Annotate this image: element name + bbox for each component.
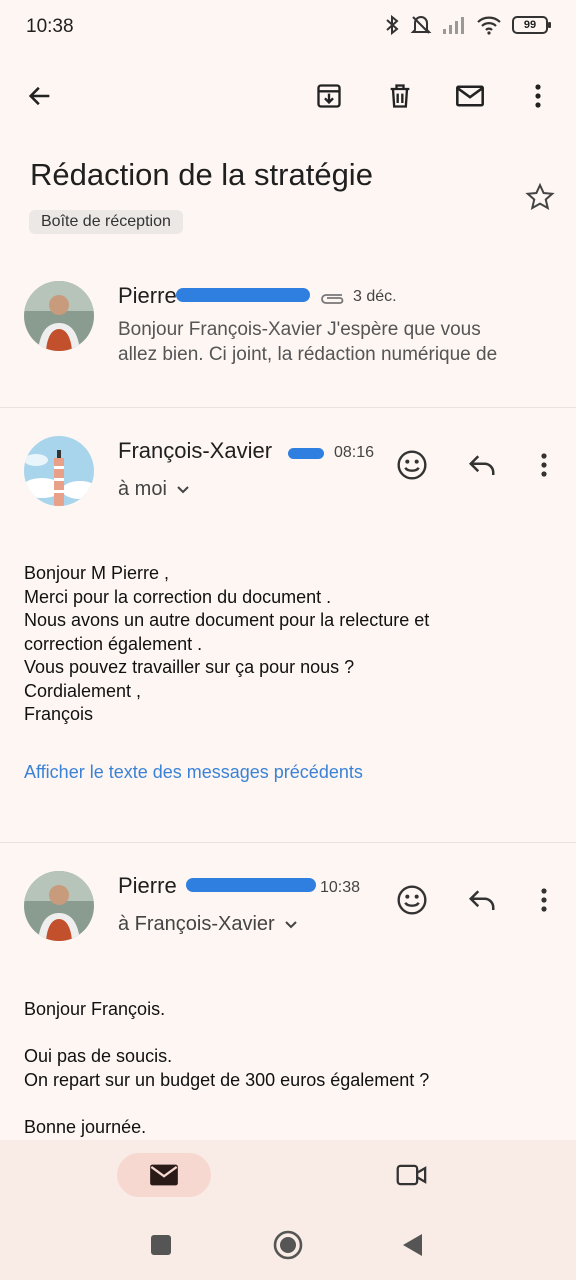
avatar[interactable] [24, 436, 94, 506]
body-line: Bonjour François. [24, 999, 166, 1019]
bluetooth-icon [386, 14, 399, 36]
bottom-navigation [0, 1140, 576, 1210]
recipient-details-toggle[interactable]: à François-Xavier [118, 913, 299, 936]
more-vert-icon [541, 888, 547, 912]
recipient-label: à François-Xavier [118, 913, 275, 935]
body-line [24, 1092, 429, 1116]
redaction-mark [176, 288, 310, 302]
nav-meet-tab[interactable] [388, 1151, 436, 1199]
circle-icon [273, 1230, 303, 1260]
reply-icon [468, 455, 495, 475]
inbox-label-chip[interactable]: Boîte de réception [29, 210, 183, 234]
body-line: François [24, 704, 94, 724]
divider [0, 407, 576, 408]
message-body: Bonjour M Pierre , Merci pour la correct… [24, 562, 429, 727]
chevron-down-icon [285, 920, 297, 928]
body-line: Vous pouvez travailler sur ça pour nous … [24, 657, 355, 677]
reply-button[interactable] [458, 441, 506, 489]
sender-name: Pierre [118, 283, 177, 308]
message-body: Bonjour François. Oui pas de soucis. On … [24, 998, 429, 1139]
message-more-button[interactable] [520, 441, 568, 489]
sender-name: Pierre [118, 873, 177, 898]
body-line: correction également . [24, 633, 203, 654]
add-reaction-button[interactable] [388, 441, 436, 489]
mute-icon [410, 16, 432, 34]
square-icon [151, 1235, 171, 1255]
delete-icon [390, 84, 410, 108]
body-line: Oui pas de soucis. [24, 1046, 173, 1066]
body-line: On repart sur un budget de 300 euros éga… [24, 1069, 430, 1090]
sender-name: François-Xavier [118, 438, 273, 463]
recents-button[interactable] [137, 1221, 185, 1269]
more-options-button[interactable] [514, 72, 562, 120]
delete-button[interactable] [376, 72, 424, 120]
battery-indicator: 99 [512, 16, 551, 34]
body-line: Bonjour M Pierre , [24, 563, 170, 583]
nav-mail-tab[interactable] [117, 1153, 211, 1197]
message-snippet-line: allez bien. Ci joint, la rédaction numér… [118, 344, 498, 365]
redaction-mark [186, 878, 316, 892]
message-time: 10:38 [320, 879, 361, 896]
body-line: Cordialement , [24, 680, 142, 701]
redaction-mark [288, 448, 324, 459]
recipient-details-toggle[interactable]: à moi [118, 478, 191, 501]
mail-icon [456, 85, 484, 107]
status-time: 10:38 [26, 16, 74, 37]
reply-button[interactable] [458, 876, 506, 924]
more-vert-icon [541, 453, 547, 477]
signal-icon [443, 17, 464, 34]
message-time: 08:16 [334, 444, 375, 461]
show-quoted-text-link[interactable]: Afficher le texte des messages précédent… [24, 762, 363, 783]
divider [0, 842, 576, 843]
archive-icon [317, 84, 341, 108]
body-line: Bonne journée. [24, 1116, 147, 1137]
reply-icon [468, 890, 495, 910]
emoji-icon [397, 885, 427, 915]
message-time: 3 déc. [353, 288, 397, 305]
body-line [24, 1022, 429, 1046]
message-snippet-line: Bonjour François-Xavier J'espère que vou… [118, 319, 481, 340]
avatar[interactable] [24, 281, 94, 351]
body-line: Merci pour la correction du document . [24, 586, 332, 607]
avatar[interactable] [24, 871, 94, 941]
star-icon [525, 182, 555, 210]
attachment-icon [321, 294, 344, 304]
triangle-back-icon [403, 1234, 422, 1256]
body-line: Nous avons un autre document pour la rel… [24, 610, 430, 630]
more-vert-icon [535, 84, 541, 108]
system-back-button[interactable] [388, 1221, 436, 1269]
video-icon [396, 1164, 427, 1186]
star-button[interactable] [516, 173, 564, 221]
archive-button[interactable] [305, 72, 353, 120]
back-arrow-icon [28, 86, 50, 106]
wifi-icon [477, 16, 501, 35]
back-button[interactable] [16, 72, 64, 120]
status-icons: 99 [384, 14, 551, 36]
add-reaction-button[interactable] [388, 876, 436, 924]
home-button[interactable] [264, 1221, 312, 1269]
recipient-label: à moi [118, 478, 167, 500]
mail-icon [150, 1164, 178, 1186]
email-subject: Rédaction de la stratégie [30, 157, 373, 192]
chevron-down-icon [177, 485, 189, 493]
emoji-icon [397, 450, 427, 480]
mark-unread-button[interactable] [446, 72, 494, 120]
message-more-button[interactable] [520, 876, 568, 924]
